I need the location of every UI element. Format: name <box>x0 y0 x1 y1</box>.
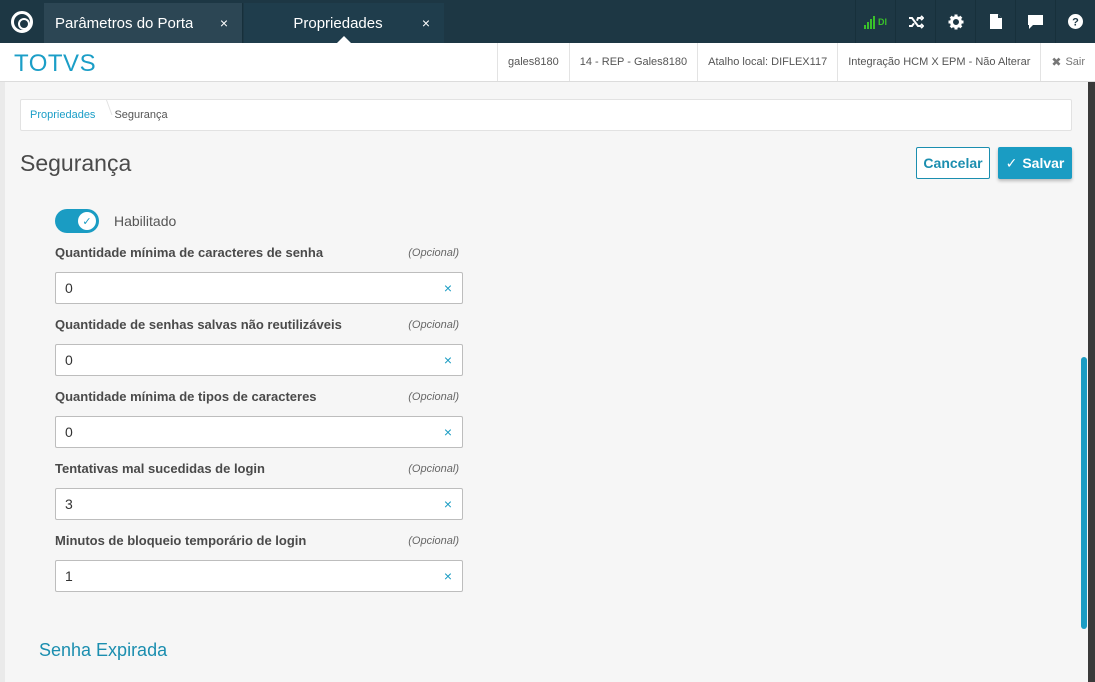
lockout-minutes-input[interactable] <box>56 561 426 591</box>
gear-icon[interactable] <box>935 0 975 43</box>
check-icon: ✓ <box>1005 154 1018 171</box>
tab-label: Propriedades <box>293 14 383 32</box>
field-label: Tentativas mal sucedidas de login <box>55 461 265 476</box>
tab-label: Parâmetros do Portal c <box>55 14 193 32</box>
save-label: Salvar <box>1022 155 1065 171</box>
saved-passwords-input[interactable] <box>56 345 426 375</box>
toggle-label: Habilitado <box>114 213 177 229</box>
close-icon[interactable]: × <box>422 15 430 31</box>
input-wrapper: × <box>55 488 463 520</box>
tab-propriedades[interactable]: Propriedades × <box>244 3 444 43</box>
help-icon[interactable]: ? <box>1055 0 1095 43</box>
breadcrumb: Propriedades Segurança <box>20 99 1072 131</box>
app-header: TOTVS gales8180 14 - REP - Gales8180 Ata… <box>0 43 1095 82</box>
exit-label: Sair <box>1065 56 1085 68</box>
cancel-button[interactable]: Cancelar <box>916 147 990 179</box>
document-icon[interactable] <box>975 0 1015 43</box>
chat-icon[interactable] <box>1015 0 1055 43</box>
signal-label: DI <box>878 16 887 27</box>
header-user[interactable]: gales8180 <box>496 43 569 81</box>
svg-text:?: ? <box>1072 17 1079 29</box>
min-char-types-input[interactable] <box>56 417 426 447</box>
optional-label: (Opcional) <box>408 535 459 547</box>
input-wrapper: × <box>55 344 463 376</box>
scrollbar[interactable] <box>1081 357 1087 629</box>
totvs-logo-icon[interactable] <box>0 0 44 43</box>
breadcrumb-link-propriedades[interactable]: Propriedades <box>21 100 106 130</box>
failed-login-attempts-input[interactable] <box>56 489 426 519</box>
header-info: gales8180 14 - REP - Gales8180 Atalho lo… <box>496 43 1095 81</box>
breadcrumb-current: Segurança <box>114 109 168 121</box>
check-icon: ✓ <box>78 212 96 230</box>
optional-label: (Opcional) <box>408 463 459 475</box>
header-shortcut[interactable]: Atalho local: DIFLEX117 <box>697 43 837 81</box>
field-label: Minutos de bloqueio temporário de login <box>55 533 307 548</box>
signal-icon[interactable]: DI <box>855 0 895 43</box>
input-wrapper: × <box>55 560 463 592</box>
close-icon: ✖ <box>1051 55 1062 69</box>
input-wrapper: × <box>55 272 463 304</box>
input-wrapper: × <box>55 416 463 448</box>
field-label: Quantidade de senhas salvas não reutiliz… <box>55 317 342 332</box>
clear-icon[interactable]: × <box>444 424 452 440</box>
field-label: Quantidade mínima de caracteres de senha <box>55 245 324 260</box>
optional-label: (Opcional) <box>408 247 459 259</box>
field-label: Quantidade mínima de tipos de caracteres <box>55 389 317 404</box>
clear-icon[interactable]: × <box>444 496 452 512</box>
page-title: Segurança <box>20 150 132 176</box>
shuffle-icon[interactable] <box>895 0 935 43</box>
app-tab-bar: Parâmetros do Portal c × Propriedades × … <box>0 0 1095 43</box>
brand-logo[interactable]: TOTVS <box>14 50 96 78</box>
clear-icon[interactable]: × <box>444 352 452 368</box>
header-integration[interactable]: Integração HCM X EPM - Não Alterar <box>837 43 1040 81</box>
exit-button[interactable]: ✖ Sair <box>1040 43 1095 81</box>
tab-parametros-portal[interactable]: Parâmetros do Portal c × <box>44 3 243 43</box>
optional-label: (Opcional) <box>408 319 459 331</box>
header-company[interactable]: 14 - REP - Gales8180 <box>568 43 697 81</box>
main-content: Propriedades Segurança Segurança Cancela… <box>5 82 1087 682</box>
save-button[interactable]: ✓ Salvar <box>998 147 1072 179</box>
min-password-chars-input[interactable] <box>56 273 426 303</box>
cancel-label: Cancelar <box>923 155 983 171</box>
optional-label: (Opcional) <box>408 391 459 403</box>
clear-icon[interactable]: × <box>444 568 452 584</box>
toolbar-icons: DI ? <box>855 0 1095 43</box>
close-icon[interactable]: × <box>220 15 228 31</box>
section-title-password-expired: Senha Expirada <box>39 640 168 660</box>
right-edge <box>1088 82 1095 682</box>
enabled-toggle[interactable]: ✓ <box>55 209 99 233</box>
clear-icon[interactable]: × <box>444 280 452 296</box>
